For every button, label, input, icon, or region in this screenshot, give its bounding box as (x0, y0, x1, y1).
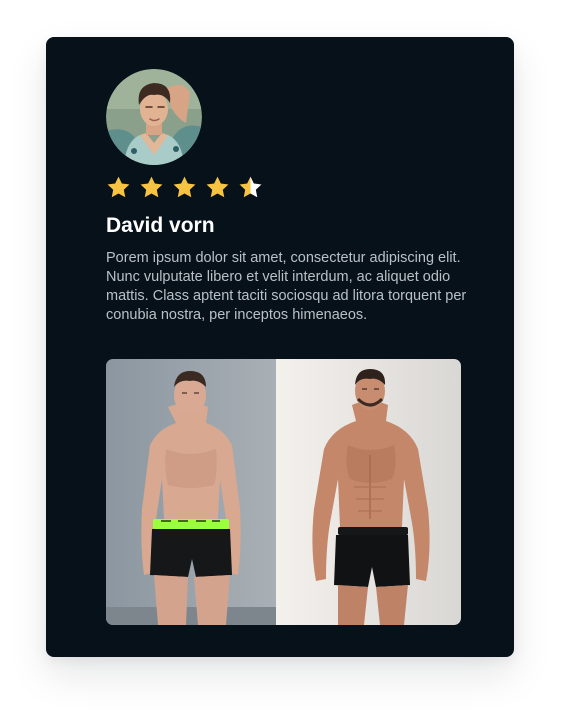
star-icon (140, 176, 163, 197)
reviewer-name: David vorn (106, 214, 215, 237)
testimonial-card: David vorn Porem ipsum dolor sit amet, c… (46, 37, 514, 657)
before-after-photo (106, 359, 461, 625)
review-text: Porem ipsum dolor sit amet, consectetur … (106, 250, 467, 323)
avatar-portrait (106, 69, 202, 165)
page: David vorn Porem ipsum dolor sit amet, c… (0, 0, 570, 720)
star-rating (106, 174, 464, 200)
before-photo (106, 359, 276, 625)
star-half-icon (239, 176, 262, 197)
avatar (106, 69, 202, 165)
after-photo (276, 359, 461, 625)
star-icon (173, 176, 196, 197)
star-icon (206, 176, 229, 197)
star-icon (107, 176, 130, 197)
card-content: David vorn Porem ipsum dolor sit amet, c… (106, 69, 466, 325)
